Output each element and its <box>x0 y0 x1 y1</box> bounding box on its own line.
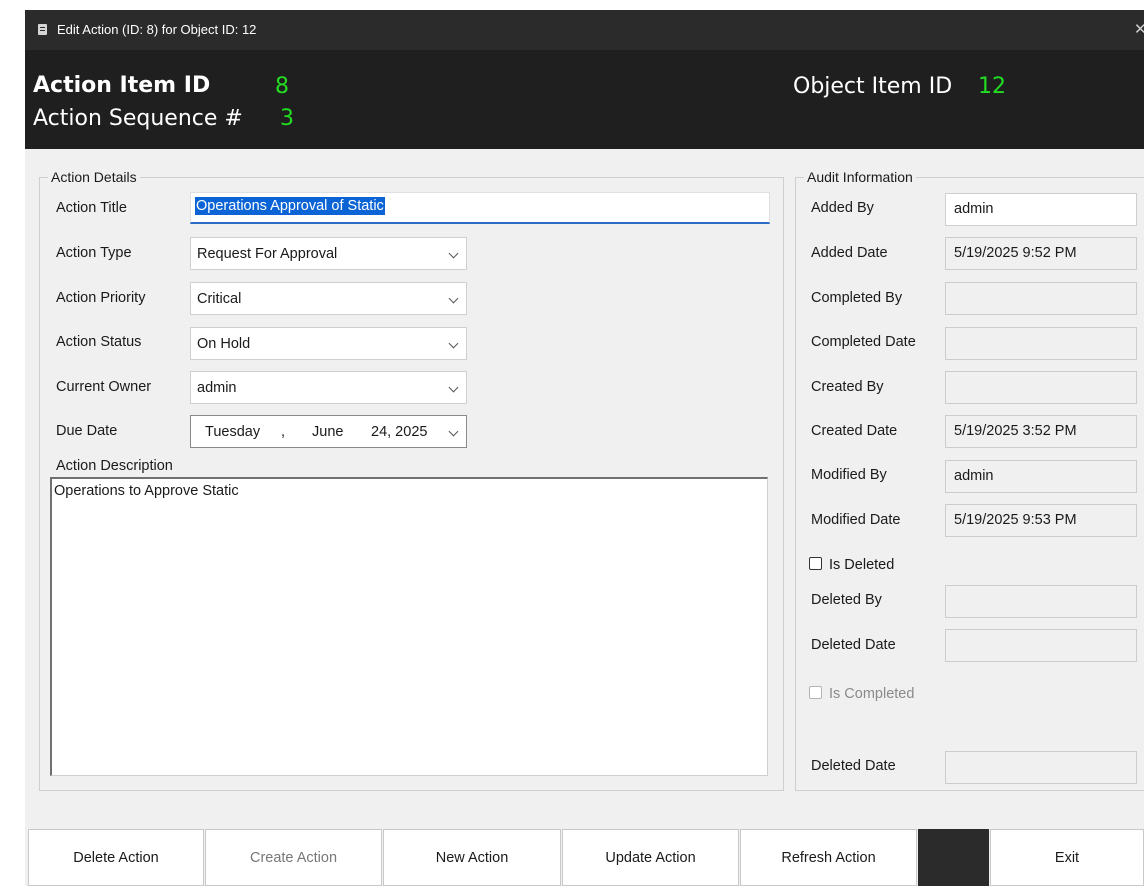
created-date-label: Created Date <box>811 423 898 439</box>
chevron-down-icon <box>448 293 459 304</box>
create-action-button: Create Action <box>205 829 382 886</box>
modified-by-label: Modified By <box>811 467 887 483</box>
update-action-button[interactable]: Update Action <box>562 829 739 886</box>
exit-button[interactable]: Exit <box>990 829 1144 886</box>
button-bar-spacer <box>918 829 989 886</box>
edit-action-window: Edit Action (ID: 8) for Object ID: 12 ✕ … <box>25 10 1144 886</box>
created-date-field: 5/19/2025 3:52 PM <box>945 415 1137 448</box>
action-priority-select[interactable]: Critical <box>190 282 467 315</box>
added-by-field[interactable]: admin <box>945 193 1137 226</box>
deleted-by-label: Deleted By <box>811 592 882 608</box>
chevron-down-icon[interactable] <box>448 426 459 437</box>
checkbox-icon[interactable] <box>809 557 822 570</box>
action-type-select[interactable]: Request For Approval <box>190 237 467 270</box>
new-action-button[interactable]: New Action <box>383 829 561 886</box>
current-owner-label: Current Owner <box>56 379 152 395</box>
modified-date-label: Modified Date <box>811 512 901 528</box>
action-title-label: Action Title <box>56 200 127 216</box>
chevron-down-icon <box>448 338 459 349</box>
action-description-textarea[interactable]: Operations to Approve Static <box>50 477 768 776</box>
deleted-date-field <box>945 629 1137 662</box>
header-panel: Action Item ID 8 Action Sequence # 3 Obj… <box>25 50 1144 149</box>
object-item-id-label: Object Item ID <box>793 74 953 99</box>
title-bar: Edit Action (ID: 8) for Object ID: 12 ✕ <box>25 10 1144 50</box>
deleted-date-label: Deleted Date <box>811 637 896 653</box>
checkbox-icon <box>809 686 822 699</box>
is-deleted-checkbox[interactable]: Is Deleted <box>809 557 894 573</box>
added-date-field: 5/19/2025 9:52 PM <box>945 237 1137 270</box>
action-sequence-label: Action Sequence # <box>33 106 243 131</box>
created-by-field <box>945 371 1137 404</box>
action-type-value: Request For Approval <box>197 246 338 262</box>
modified-date-field: 5/19/2025 9:53 PM <box>945 504 1137 537</box>
deleted-date-field-2 <box>945 751 1137 784</box>
action-priority-value: Critical <box>197 291 242 307</box>
action-priority-label: Action Priority <box>56 290 146 306</box>
completed-by-field <box>945 282 1137 315</box>
action-status-value: On Hold <box>197 336 251 352</box>
created-by-label: Created By <box>811 379 884 395</box>
due-date-month[interactable]: June <box>312 424 343 440</box>
completed-date-label: Completed Date <box>811 334 916 350</box>
object-item-id-value: 12 <box>978 74 1006 99</box>
completed-date-field <box>945 327 1137 360</box>
is-deleted-label: Is Deleted <box>829 557 895 573</box>
due-date-label: Due Date <box>56 423 118 439</box>
due-date-separator: , <box>281 424 286 440</box>
chevron-down-icon <box>448 382 459 393</box>
audit-information-title: Audit Information <box>804 169 916 185</box>
close-icon[interactable]: ✕ <box>1134 20 1144 38</box>
action-title-input[interactable]: Operations Approval of Static <box>190 192 770 224</box>
action-details-title: Action Details <box>48 169 140 185</box>
current-owner-select[interactable]: admin <box>190 371 467 404</box>
refresh-action-button[interactable]: Refresh Action <box>740 829 917 886</box>
action-description-text: Operations to Approve Static <box>54 483 239 499</box>
deleted-date-label-2: Deleted Date <box>811 758 896 774</box>
is-completed-checkbox: Is Completed <box>809 686 914 702</box>
action-type-label: Action Type <box>56 245 132 261</box>
due-date-weekday[interactable]: Tuesday <box>205 424 260 440</box>
due-date-day-year[interactable]: 24, 2025 <box>371 424 427 440</box>
deleted-by-field <box>945 585 1137 618</box>
action-description-label: Action Description <box>56 458 173 474</box>
added-date-label: Added Date <box>811 245 888 261</box>
added-by-label: Added By <box>811 200 874 216</box>
is-completed-label: Is Completed <box>829 686 915 702</box>
window-title: Edit Action (ID: 8) for Object ID: 12 <box>57 22 257 37</box>
action-item-id-label: Action Item ID <box>33 73 211 98</box>
completed-by-label: Completed By <box>811 290 903 306</box>
app-icon <box>38 24 47 35</box>
chevron-down-icon <box>448 248 459 259</box>
action-title-selected-text: Operations Approval of Static <box>195 197 385 215</box>
due-date-picker[interactable]: Tuesday , June 24, 2025 <box>190 415 467 448</box>
action-sequence-value: 3 <box>280 106 294 131</box>
delete-action-button[interactable]: Delete Action <box>28 829 204 886</box>
modified-by-field: admin <box>945 460 1137 493</box>
action-status-label: Action Status <box>56 334 142 350</box>
action-item-id-value: 8 <box>275 74 289 99</box>
current-owner-value: admin <box>197 380 237 396</box>
action-status-select[interactable]: On Hold <box>190 327 467 360</box>
